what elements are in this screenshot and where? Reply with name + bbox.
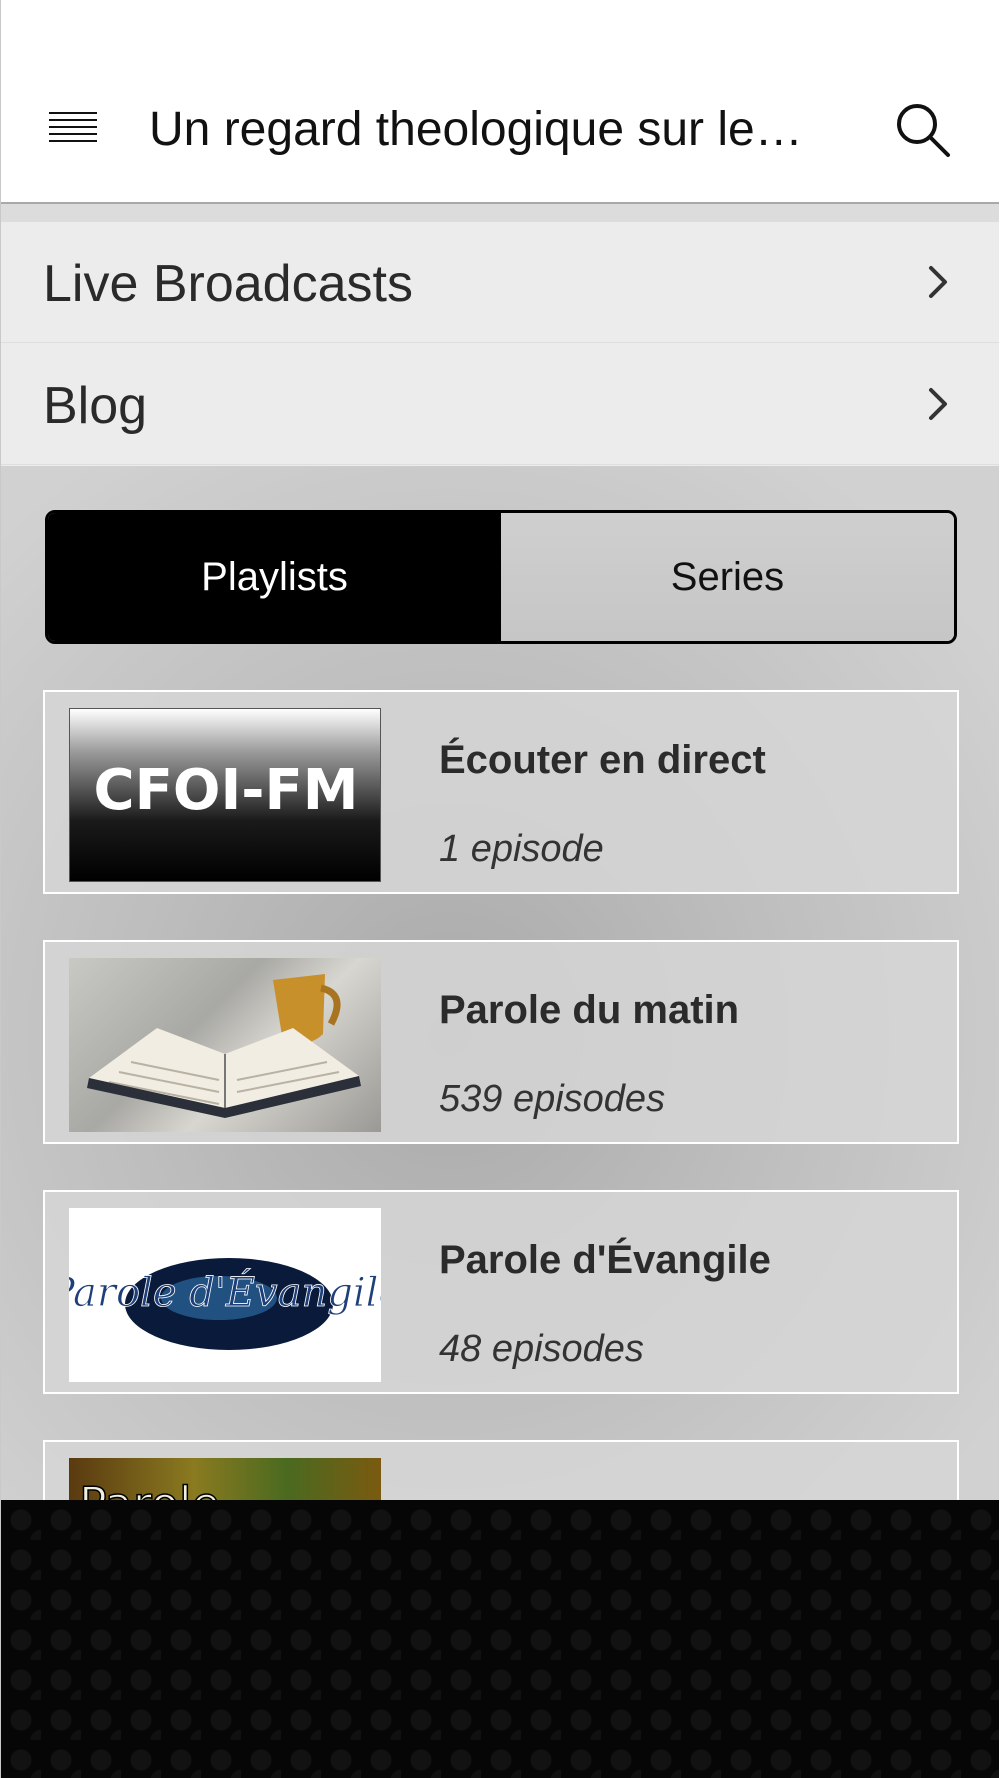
top-bar: Un regard theologique sur le… (1, 0, 999, 204)
playlist-card[interactable]: Parole d'Évangile Parole d'Évangile 48 e… (43, 1190, 959, 1394)
playlist-episode-count: 48 episodes (439, 1328, 644, 1370)
menu-item-label: Blog (43, 377, 148, 436)
menu-item-label: Live Broadcasts (43, 255, 413, 314)
app-screen: Un regard theologique sur le… Live Broad… (0, 0, 999, 1778)
playlist-episode-count: 539 episodes (439, 1078, 666, 1120)
bible-cup-image (87, 974, 361, 1118)
page-title: Un regard theologique sur le… (149, 103, 803, 156)
segment-playlists[interactable]: Playlists (48, 513, 501, 641)
playlist-thumbnail-cfoi: CFOI-FM (69, 708, 381, 882)
playlist-title: Écouter en direct (439, 738, 766, 782)
chevron-right-icon (929, 388, 947, 420)
hamburger-menu-icon[interactable] (49, 112, 97, 148)
segmented-control: Playlists Series (45, 510, 957, 644)
playlist-card[interactable]: CFOI-FM Écouter en direct 1 episode (43, 690, 959, 894)
thumbnail-text: CFOI-FM (93, 758, 358, 823)
menu-item-live-broadcasts[interactable]: Live Broadcasts (1, 222, 999, 343)
playlist-episode-count: 1 episode (439, 828, 604, 870)
menu-divider (1, 204, 999, 222)
search-icon[interactable] (893, 100, 953, 160)
bottom-dark-panel (1, 1500, 999, 1778)
playlist-title: Parole d'Évangile (439, 1238, 771, 1282)
thumbnail-text: Parole d'Évangile (69, 1269, 381, 1316)
playlist-thumbnail-evangile: Parole d'Évangile (69, 1208, 381, 1382)
chevron-right-icon (929, 266, 947, 298)
playlist-card[interactable]: Parole du matin 539 episodes (43, 940, 959, 1144)
playlist-title: Parole du matin (439, 988, 740, 1032)
playlist-thumbnail-bible (69, 958, 381, 1132)
playlist-content: Playlists Series CFOI-FM Écouter en dire… (1, 466, 999, 1644)
menu-item-blog[interactable]: Blog (1, 344, 999, 465)
segment-series[interactable]: Series (501, 513, 954, 641)
